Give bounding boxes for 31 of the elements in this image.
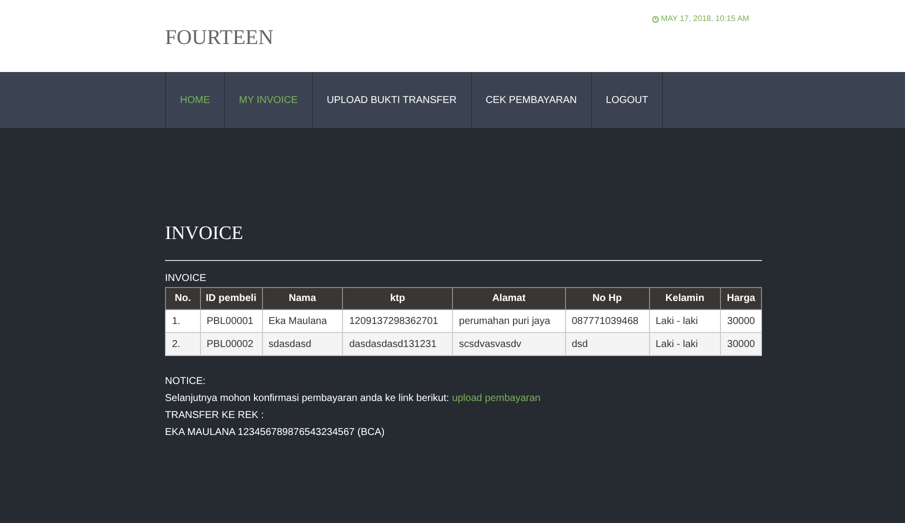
notice-heading: NOTICE:	[165, 375, 207, 389]
nav-link[interactable]: CEK PEMBAYARAN	[470, 72, 591, 128]
nav-link[interactable]: HOME	[165, 72, 224, 128]
site-logo[interactable]: FOURTEEN	[165, 22, 274, 54]
page-title: INVOICE	[165, 224, 244, 243]
table-cell: Laki - laki	[649, 332, 721, 356]
column-header: ID pembeli	[200, 288, 262, 310]
nav-link[interactable]: LOGOUT	[590, 72, 664, 128]
notice-text: Selanjutnya mohon konfirmasi pembayaran anda ke link berikut:	[165, 392, 450, 406]
nav-link[interactable]: UPLOAD BUKTI TRANSFER	[312, 72, 471, 128]
account-info: EKA MAULANA 123456789876543234567 (BCA)	[165, 426, 386, 440]
transfer-label: TRANSFER KE REK :	[165, 409, 265, 423]
column-header: Alamat	[452, 288, 566, 310]
date-time: MAY 17, 2018, 10:15 AM	[661, 13, 750, 25]
nav-link[interactable]: MY INVOICE	[224, 72, 312, 128]
table-caption: INVOICE	[165, 272, 208, 286]
table-cell: scsdvasvasdv	[452, 332, 566, 356]
column-header: No Hp	[565, 288, 650, 310]
table-cell: PBL00002	[200, 332, 262, 356]
upload-link[interactable]: upload pembayaran	[452, 390, 540, 407]
table-cell: sdasdasd	[262, 332, 343, 356]
table-cell: dsd	[565, 332, 650, 356]
column-header: No.	[166, 288, 200, 310]
column-header: Kelamin	[649, 288, 721, 310]
column-header: Nama	[262, 288, 343, 310]
column-header: ktp	[342, 288, 453, 310]
table-cell: 2.	[166, 332, 200, 356]
table-cell: dasdasdasd131231	[342, 332, 453, 356]
clock-icon	[652, 16, 659, 22]
column-header: Harga	[720, 288, 762, 310]
table-cell: 30000	[720, 332, 762, 356]
